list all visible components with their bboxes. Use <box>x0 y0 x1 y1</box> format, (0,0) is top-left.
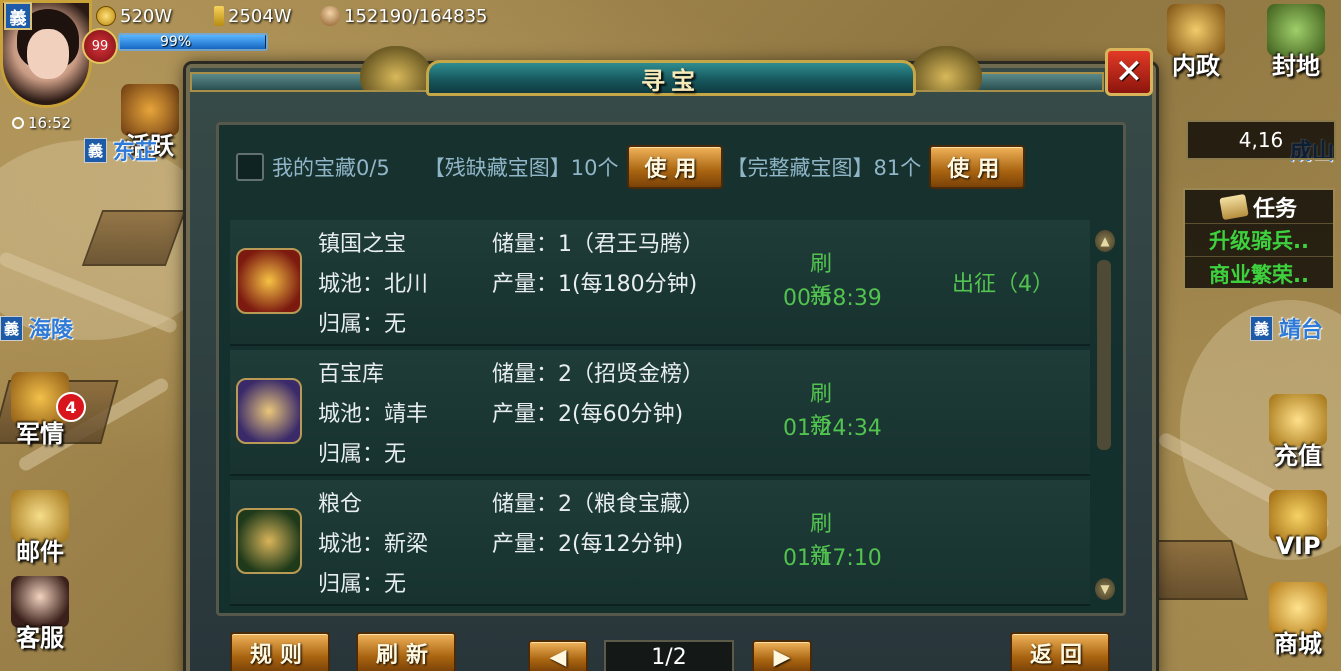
city-label-hailing[interactable]: 義 海陵 <box>0 312 73 344</box>
exp-fill <box>120 35 265 49</box>
gold-count: 2504W <box>228 5 292 27</box>
scroll-thumb[interactable] <box>1097 260 1111 450</box>
treasure-toolbar: 我的宝藏0/5 【残缺藏宝图】10个 使用 【完整藏宝图】81个 使用 <box>236 144 1116 190</box>
treasure-output: 产量：2(每60分钟) <box>492 402 684 427</box>
interior-button[interactable]: 内政 <box>1160 4 1232 81</box>
treasure-name: 粮仓 <box>318 492 363 517</box>
granary-treasure-icon <box>236 508 302 574</box>
treasure-row[interactable]: 镇国之宝 城池：北川 归属：无 储量：1（君王马腾） 产量：1(每180分钟) … <box>230 220 1090 346</box>
military-badge: 4 <box>56 392 86 422</box>
treasure-chest-icon <box>121 84 179 136</box>
close-icon: ✕ <box>1114 52 1144 92</box>
treasure-name: 镇国之宝 <box>318 232 407 257</box>
treasure-owner: 归属：无 <box>318 312 407 337</box>
dragon-ornament-right <box>910 46 982 90</box>
treasure-row[interactable]: 百宝库 城池：靖丰 归属：无 储量：2（招贤金榜） 产量：2(每60分钟) 刷新… <box>230 350 1090 476</box>
refresh-button[interactable]: 刷新 <box>356 632 456 671</box>
treasure-output: 产量：1(每180分钟) <box>492 272 698 297</box>
scroll-down-icon[interactable]: ▼ <box>1095 578 1115 600</box>
palace-treasure-icon <box>236 378 302 444</box>
troop-count: 152190/164835 <box>344 5 488 27</box>
coin-resource: 520W <box>96 4 172 28</box>
vip-button[interactable]: VIP <box>1262 490 1334 560</box>
next-page-button[interactable]: ▶ <box>752 640 812 671</box>
close-button[interactable]: ✕ <box>1105 48 1153 96</box>
task-panel: 任务 升级骑兵.. 商业繁荣.. <box>1183 188 1335 290</box>
exp-percent: 99% <box>160 34 192 50</box>
treasure-name: 百宝库 <box>318 362 385 387</box>
exp-bar: 99% <box>118 33 268 51</box>
treasure-city: 城池：靖丰 <box>318 402 429 427</box>
clock-time: 16:52 <box>28 114 72 132</box>
task-scroll-icon <box>1219 193 1249 220</box>
recharge-button[interactable]: 充值 <box>1262 394 1334 471</box>
clock-icon <box>12 117 24 129</box>
map-coordinates[interactable]: 4,16 <box>1186 120 1336 160</box>
gold-icon <box>214 6 224 26</box>
full-map-label: 【完整藏宝图】81个 <box>726 156 922 180</box>
troop-resource: 152190/164835 <box>320 4 488 28</box>
task-item[interactable]: 商业繁荣.. <box>1185 257 1333 290</box>
dialog-title-bar: 寻宝 <box>426 60 916 96</box>
arrow-left-icon: ◀ <box>549 644 567 670</box>
treasure-owner: 归属：无 <box>318 442 407 467</box>
map-building <box>1141 540 1249 600</box>
mail-scroll-icon <box>11 490 69 542</box>
coins-icon <box>1269 394 1327 446</box>
service-button[interactable]: 客服 <box>4 576 76 653</box>
fief-icon <box>1267 4 1325 56</box>
scroll-up-icon[interactable]: ▲ <box>1095 230 1115 252</box>
attack-button[interactable]: 出征（4） <box>952 266 1054 298</box>
page-indicator: 1/2 <box>604 640 734 671</box>
arrow-right-icon: ▶ <box>773 644 791 670</box>
clock-row: 16:52 <box>12 114 71 132</box>
prev-page-button[interactable]: ◀ <box>528 640 588 671</box>
treasure-stock: 储量：2（粮食宝藏） <box>492 492 704 517</box>
back-button[interactable]: 返回 <box>1010 632 1110 671</box>
gold-resource: 2504W <box>214 4 292 28</box>
service-girl-icon <box>11 576 69 628</box>
treasure-row[interactable]: 粮仓 城池：新梁 归属：无 储量：2（粮食宝藏） 产量：2(每12分钟) 刷新 … <box>230 480 1090 606</box>
gold-ingot-icon <box>1269 582 1327 634</box>
treasure-stock: 储量：1（君王马腾） <box>492 232 704 257</box>
treasure-stock: 储量：2（招贤金榜） <box>492 362 704 387</box>
task-item[interactable]: 升级骑兵.. <box>1185 224 1333 257</box>
dragon-ornament-left <box>360 46 432 90</box>
coin-icon <box>96 6 116 26</box>
coin-count: 520W <box>120 5 173 27</box>
task-header[interactable]: 任务 <box>1185 190 1333 224</box>
use-partial-map-button[interactable]: 使用 <box>626 145 723 189</box>
treasure-owner: 归属：无 <box>318 572 407 597</box>
rules-button[interactable]: 规则 <box>230 632 330 671</box>
shop-button[interactable]: 商城 <box>1262 582 1334 659</box>
city-label-dongzhi[interactable]: 義 东芷 <box>84 134 157 166</box>
my-treasure-checkbox[interactable] <box>236 153 264 181</box>
scroll-bundle-icon <box>1167 4 1225 56</box>
gold-treasure-icon <box>236 248 302 314</box>
fief-button[interactable]: 封地 <box>1260 4 1332 81</box>
mail-button[interactable]: 邮件 <box>4 490 76 567</box>
use-full-map-button[interactable]: 使用 <box>929 145 1026 189</box>
refresh-timer: 01:17:10 <box>783 546 882 571</box>
partial-map-label: 【残缺藏宝图】10个 <box>423 156 619 180</box>
refresh-timer: 01:24:34 <box>783 416 882 441</box>
list-scrollbar[interactable]: ▲ ▼ <box>1095 230 1115 600</box>
soldier-icon <box>320 6 340 26</box>
treasure-output: 产量：2(每12分钟) <box>492 532 684 557</box>
dialog-title: 寻宝 <box>641 66 701 95</box>
player-level: 99 <box>82 28 118 64</box>
treasure-city: 城池：北川 <box>318 272 429 297</box>
faction-badge: 義 <box>4 2 32 30</box>
refresh-timer: 00:58:39 <box>783 286 882 311</box>
treasure-list: 镇国之宝 城池：北川 归属：无 储量：1（君王马腾） 产量：1(每180分钟) … <box>230 220 1090 610</box>
treasure-city: 城池：新梁 <box>318 532 429 557</box>
city-label-jingtai[interactable]: 義 靖台 <box>1250 312 1323 344</box>
my-treasure-label: 我的宝藏0/5 <box>272 156 390 180</box>
